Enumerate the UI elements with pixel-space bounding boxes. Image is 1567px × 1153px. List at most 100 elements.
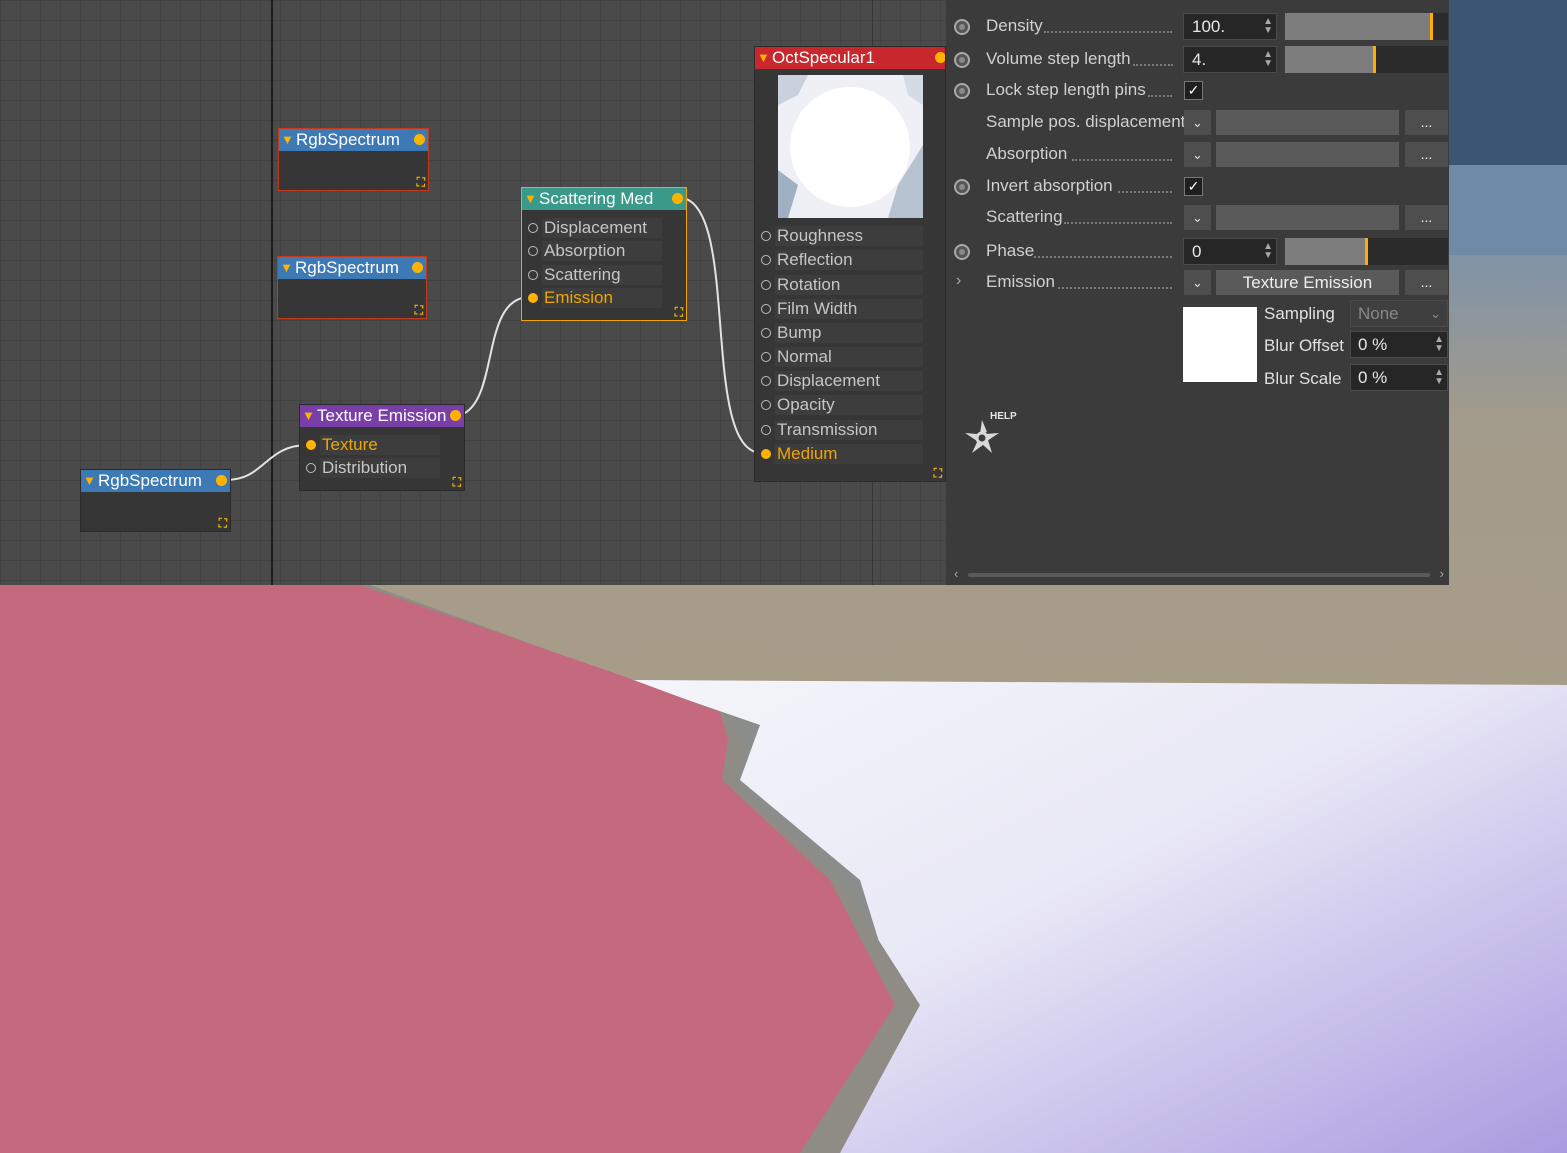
animate-toggle-icon[interactable]	[954, 19, 970, 35]
chevron-right-icon[interactable]: ›	[1440, 566, 1444, 581]
input-pin-icon[interactable]	[528, 223, 538, 233]
scattering-browse-button[interactable]: ...	[1405, 205, 1448, 230]
absorption-browse-button[interactable]: ...	[1405, 142, 1448, 167]
input-pin-icon[interactable]	[528, 293, 538, 303]
chevron-right-icon[interactable]: ›	[956, 272, 961, 290]
animate-toggle-icon[interactable]	[954, 244, 970, 260]
resize-icon[interactable]: ⛶	[934, 467, 942, 479]
node-header[interactable]: ▼ RgbSpectrum	[278, 257, 426, 279]
scrollbar-thumb[interactable]	[968, 573, 1430, 577]
collapse-triangle-icon[interactable]: ▼	[302, 405, 315, 427]
input-pin-icon[interactable]	[761, 376, 771, 386]
invert-absorption-checkbox[interactable]: ✓	[1184, 177, 1203, 196]
input-pin-icon[interactable]	[528, 270, 538, 280]
pin-opacity[interactable]: Opacity	[755, 394, 923, 416]
octspecular-material-node[interactable]: ▼ OctSpecular1 Roughness Reflection Rota…	[754, 46, 946, 482]
input-pin-icon[interactable]	[761, 255, 771, 265]
spinner-icon[interactable]: ▲ ▼	[1263, 50, 1273, 69]
pin-rotation[interactable]: Rotation	[755, 274, 923, 296]
node-editor-graph[interactable]: ▼ RgbSpectrum ⛶ ▼ RgbSpectrum ⛶ ▼ RgbSpe…	[0, 0, 946, 585]
phase-input[interactable]: 0 ▲ ▼	[1183, 238, 1277, 265]
pin-film-width[interactable]: Film Width	[755, 298, 923, 320]
material-preview[interactable]	[778, 75, 923, 218]
spinner-icon[interactable]: ▲ ▼	[1263, 242, 1273, 261]
blur-scale-input[interactable]: 0 % ▲ ▼	[1350, 364, 1448, 391]
sample-pos-displacement-browse-button[interactable]: ...	[1405, 110, 1448, 135]
node-header[interactable]: ▼ OctSpecular1	[755, 47, 945, 69]
pin-transmission[interactable]: Transmission	[755, 419, 923, 441]
volume-step-length-input[interactable]: 4. ▲ ▼	[1183, 46, 1277, 73]
rgbspectrum-node-1[interactable]: ▼ RgbSpectrum ⛶	[278, 128, 429, 191]
sampling-dropdown[interactable]: None ⌄	[1350, 300, 1448, 327]
node-header[interactable]: ▼ Texture Emission	[300, 405, 464, 427]
pin-bump[interactable]: Bump	[755, 322, 923, 344]
output-pin-icon[interactable]	[672, 193, 683, 204]
chevron-down-icon[interactable]: ⌄	[1184, 270, 1211, 295]
volume-step-length-slider[interactable]	[1285, 46, 1448, 73]
slider-handle[interactable]	[1429, 13, 1433, 40]
spinner-icon[interactable]: ▲ ▼	[1434, 335, 1444, 354]
slider-handle[interactable]	[1364, 238, 1368, 265]
resize-icon[interactable]: ⛶	[219, 517, 227, 529]
collapse-triangle-icon[interactable]: ▼	[83, 470, 96, 492]
input-pin-icon[interactable]	[761, 352, 771, 362]
pin-reflection[interactable]: Reflection	[755, 249, 923, 271]
slider-handle[interactable]	[1372, 46, 1376, 73]
collapse-triangle-icon[interactable]: ▼	[757, 47, 770, 69]
emission-browse-button[interactable]: ...	[1405, 270, 1448, 295]
blur-offset-input[interactable]: 0 % ▲ ▼	[1350, 331, 1448, 358]
node-header[interactable]: ▼ RgbSpectrum	[81, 470, 230, 492]
help-button[interactable]: HELP	[960, 410, 1030, 465]
resize-icon[interactable]: ⛶	[415, 304, 423, 316]
input-pin-icon[interactable]	[761, 304, 771, 314]
emission-texture-swatch[interactable]	[1183, 307, 1257, 382]
input-pin-icon[interactable]	[761, 280, 771, 290]
input-pin-icon[interactable]	[761, 449, 771, 459]
node-header[interactable]: ▼ RgbSpectrum	[279, 129, 428, 151]
pin-scattering[interactable]: Scattering	[522, 264, 662, 286]
input-pin-icon[interactable]	[761, 328, 771, 338]
node-header[interactable]: ▼ Scattering Med	[522, 188, 686, 210]
resize-icon[interactable]: ⛶	[675, 306, 683, 318]
animate-toggle-icon[interactable]	[954, 179, 970, 195]
resize-icon[interactable]: ⛶	[417, 176, 425, 188]
chevron-down-icon[interactable]: ⌄	[1184, 205, 1211, 230]
collapse-triangle-icon[interactable]: ▼	[281, 129, 294, 151]
pin-roughness[interactable]: Roughness	[755, 225, 923, 247]
pin-displacement[interactable]: Displacement	[522, 217, 662, 239]
horizontal-scrollbar[interactable]: ‹ ›	[954, 566, 1444, 582]
pin-normal[interactable]: Normal	[755, 346, 923, 368]
density-slider[interactable]	[1285, 13, 1448, 40]
pin-texture[interactable]: Texture	[300, 434, 440, 456]
output-pin-icon[interactable]	[216, 475, 227, 486]
density-input[interactable]: 100. ▲ ▼	[1183, 13, 1277, 40]
resize-icon[interactable]: ⛶	[453, 476, 461, 488]
animate-toggle-icon[interactable]	[954, 52, 970, 68]
collapse-triangle-icon[interactable]: ▼	[280, 257, 293, 279]
pin-displacement[interactable]: Displacement	[755, 370, 923, 392]
pin-medium[interactable]: Medium	[755, 443, 923, 465]
scattering-medium-node[interactable]: ▼ Scattering Med Displacement Absorption…	[521, 187, 687, 321]
output-pin-icon[interactable]	[935, 52, 945, 63]
scattering-field[interactable]	[1216, 205, 1399, 230]
output-pin-icon[interactable]	[414, 134, 425, 145]
pin-emission[interactable]: Emission	[522, 287, 662, 309]
rgbspectrum-node-2[interactable]: ▼ RgbSpectrum ⛶	[277, 256, 427, 319]
spinner-icon[interactable]: ▲ ▼	[1263, 17, 1273, 36]
input-pin-icon[interactable]	[761, 425, 771, 435]
output-pin-icon[interactable]	[412, 262, 423, 273]
input-pin-icon[interactable]	[306, 463, 316, 473]
phase-slider[interactable]	[1285, 238, 1448, 265]
chevron-down-icon[interactable]: ⌄	[1184, 142, 1211, 167]
sample-pos-displacement-field[interactable]	[1216, 110, 1399, 135]
animate-toggle-icon[interactable]	[954, 83, 970, 99]
lock-step-length-pins-checkbox[interactable]: ✓	[1184, 81, 1203, 100]
input-pin-icon[interactable]	[761, 400, 771, 410]
chevron-left-icon[interactable]: ‹	[954, 566, 958, 581]
rgbspectrum-node-3[interactable]: ▼ RgbSpectrum ⛶	[80, 469, 231, 532]
collapse-triangle-icon[interactable]: ▼	[524, 188, 537, 210]
chevron-down-icon[interactable]: ⌄	[1184, 110, 1211, 135]
input-pin-icon[interactable]	[761, 231, 771, 241]
output-pin-icon[interactable]	[450, 410, 461, 421]
input-pin-icon[interactable]	[528, 246, 538, 256]
